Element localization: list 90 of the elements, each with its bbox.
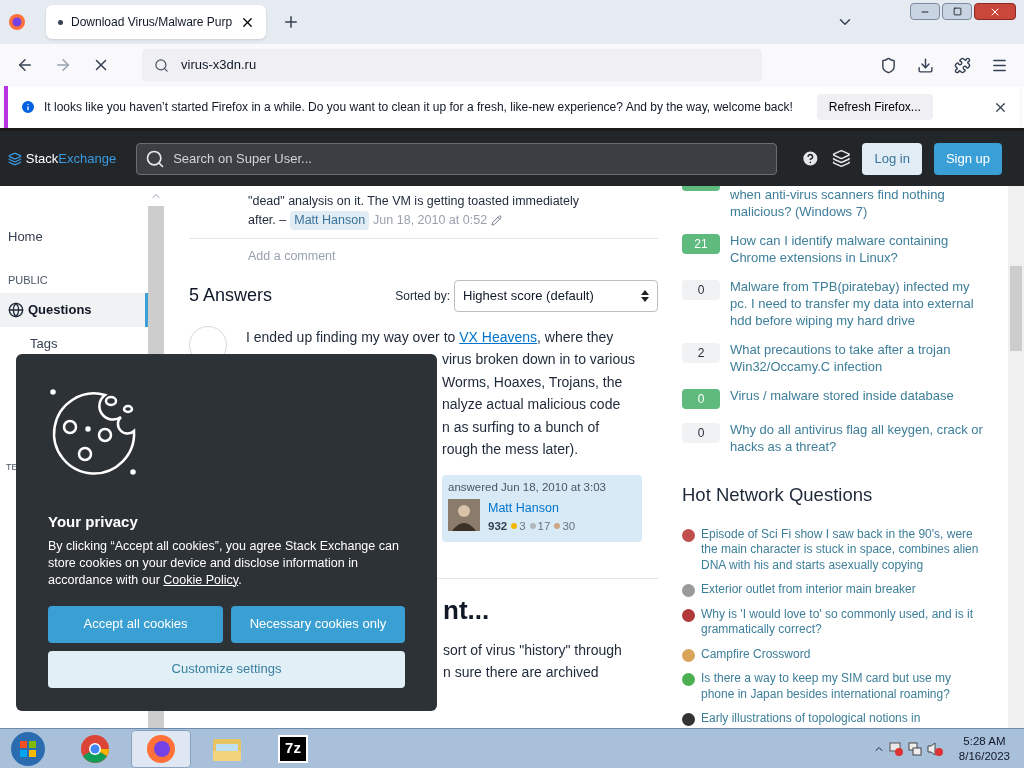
taskbar-button[interactable] (131, 729, 191, 768)
cookie-message: By clicking “Accept all cookies”, you agree Stack Exchange can store cookies on your device and disclose information in accordance with our Cookie Policy. (48, 537, 400, 589)
related-question-link[interactable]: Why do all antivirus flag all keygen, crack or hacks as a threat? (730, 421, 985, 455)
answer-text: rough the mess later). (441, 440, 580, 460)
sort-select[interactable]: Highest score (default) (454, 279, 658, 312)
hot-question-link[interactable]: Episode of Sci Fi show I saw back in the 90's, were the main character is stuck in space, combines alien DNA with his and starts asexually copying (701, 526, 986, 574)
add-comment-link[interactable]: Add a comment (189, 247, 658, 266)
score-badge: 21 (682, 234, 720, 254)
sevenzip-icon: 7z (278, 734, 308, 763)
score-badge: 0 (682, 389, 720, 409)
address-field[interactable]: virus-x3dn.ru (142, 49, 762, 81)
download-icon[interactable] (917, 56, 934, 74)
chrome-icon (80, 733, 110, 764)
related-question-link[interactable]: How can I identify malware containing Chrome extensions in Linux? (730, 232, 985, 266)
tab-title: Download Virus/Malware Purp (71, 14, 233, 31)
answer-text: n as surfing to a bunch of (441, 417, 601, 437)
search-icon (154, 57, 169, 73)
hot-question-link[interactable]: Exterior outlet from interior main breaker (701, 582, 986, 598)
close-window-button[interactable] (974, 3, 1016, 20)
sort-caret-icon (641, 289, 649, 302)
comment-time: Jun 18, 2010 at 0:52 (373, 212, 488, 229)
url-text: virus-x3dn.ru (181, 56, 257, 75)
badge-count: 30 (562, 518, 576, 534)
answers-count: 5 Answers (189, 284, 273, 308)
clock-time: 5:28 AM (963, 733, 1006, 749)
login-button[interactable]: Log in (862, 142, 922, 175)
edit-icon[interactable] (491, 215, 503, 226)
comment-text: "dead" analysis on it. The VM is getting toasted immediately (248, 193, 581, 210)
clock-date: 8/16/2023 (958, 748, 1010, 764)
related-question-link[interactable]: when anti-virus scanners find nothing malicious? (Windows 7) (730, 186, 985, 220)
minimize-button[interactable] (910, 3, 940, 20)
logo-icon (8, 151, 22, 166)
sidebar-item[interactable]: Questions (0, 292, 148, 327)
badge-count: 17 (537, 518, 551, 534)
reputation: 932 (488, 518, 508, 534)
user-name-link[interactable]: Matt Hanson (488, 499, 576, 518)
info-icon (20, 99, 36, 115)
answer-heading: nt... (443, 593, 491, 627)
help-icon[interactable] (801, 149, 820, 168)
answer-text: n sure there are archived (443, 663, 600, 683)
user-avatar (448, 499, 480, 531)
hot-question-link[interactable]: Early illustrations of topological notions in (701, 711, 986, 727)
extensions-icon[interactable] (954, 56, 971, 74)
browser-logo-icon (8, 13, 26, 31)
related-question-link[interactable]: What precautions to take after a trojan Win32/Occamy.C infection (730, 341, 985, 375)
answer-text: virus broken down in to various (441, 350, 636, 370)
score-badge: 2 (682, 343, 720, 363)
necessary-cookies-button[interactable]: Necessary cookies only (231, 605, 405, 643)
hot-network-title: Hot Network Questions (682, 483, 874, 507)
signup-button[interactable]: Sign up (933, 142, 1002, 175)
firefox-icon (146, 733, 176, 764)
related-question-link[interactable]: Malware from TPB(piratebay) infected my pc. I need to transfer my data into external hdd before wiping my hard drive (730, 278, 985, 329)
refresh-firefox-button[interactable]: Refresh Firefox... (816, 94, 933, 120)
related-question-link[interactable]: Virus / malware stored inside database (730, 387, 985, 409)
search-placeholder: Search on Super User... (173, 149, 312, 168)
cookie-title: Your privacy (48, 512, 139, 532)
score-badge: 0 (682, 280, 720, 300)
score-badge: 0 (682, 423, 720, 443)
sidebar-heading: PUBLIC (7, 273, 49, 288)
network-icon[interactable] (906, 740, 923, 757)
restore-button[interactable] (942, 3, 972, 20)
start-button[interactable] (8, 730, 48, 767)
comment-author-link[interactable]: Matt Hanson (290, 211, 370, 230)
sort-label: Sorted by: (395, 287, 450, 305)
hot-question-link[interactable]: Why is 'I would love to' so commonly used, and is it grammatically correct? (701, 606, 986, 638)
forward-icon[interactable] (54, 56, 72, 74)
new-tab-icon[interactable] (282, 13, 300, 31)
customize-settings-button[interactable]: Customize settings (48, 650, 405, 688)
answered-time: answered Jun 18, 2010 at 3:03 (448, 479, 607, 495)
muted-speaker-icon[interactable] (925, 740, 944, 757)
badge-count: 3 (519, 518, 526, 534)
answer-text: nalyze actual malicious code (441, 395, 622, 415)
browser-tab[interactable]: Download Virus/Malware Purp (46, 5, 266, 39)
answer-text: I ended up finding my way over to VX Heavens, where they (246, 327, 615, 347)
restore-icon (952, 7, 962, 16)
accept-cookies-button[interactable]: Accept all cookies (48, 605, 223, 643)
hot-question-link[interactable]: Is there a way to keep my SIM card but use my phone in Japan besides international roaming? (701, 671, 986, 703)
hot-question-link[interactable]: Campfire Crossword (701, 646, 986, 663)
globe-icon (8, 301, 24, 318)
comment-text: after. – (248, 212, 287, 229)
site-logo[interactable]: StackExchange (25, 148, 117, 169)
search-field[interactable]: Search on Super User... (136, 142, 778, 175)
back-icon[interactable] (16, 56, 34, 74)
page-scrollbar[interactable] (1008, 186, 1024, 728)
notification-message: It looks like you haven’t started Firefox in a while. Do you want to clean it up for a fresh, like-new experience? And by the way, welcome back! (44, 99, 793, 116)
sidebar-item[interactable]: Home (0, 220, 148, 254)
search-icon (145, 148, 166, 169)
answer-text: sort of virus "history" through (443, 640, 623, 660)
taskbar-button[interactable]: 7z (263, 729, 323, 768)
answer-text: Worms, Hoaxes, Trojans, the (441, 372, 624, 392)
